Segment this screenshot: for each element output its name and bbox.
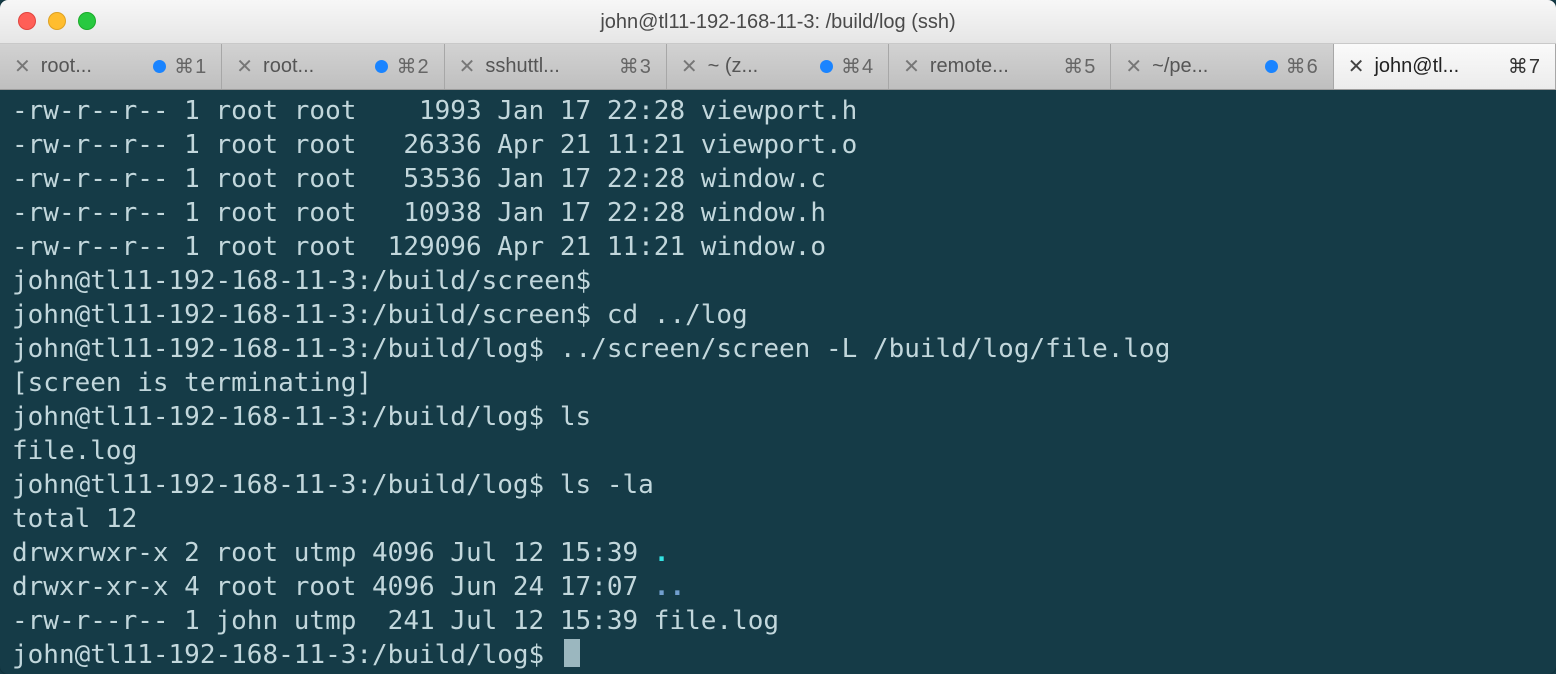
tab-label: john@tl...	[1374, 55, 1459, 78]
terminal-line: -rw-r--r-- 1 john utmp 241 Jul 12 15:39 …	[12, 604, 1544, 638]
terminal-line: [screen is terminating]	[12, 366, 1544, 400]
unsaved-indicator-icon	[820, 60, 833, 73]
cursor-icon	[564, 639, 580, 667]
terminal-line: john@tl11-192-168-11-3:/build/screen$ cd…	[12, 298, 1544, 332]
close-tab-icon[interactable]: ✕	[1125, 57, 1142, 77]
prompt-text: john@tl11-192-168-11-3:/build/log$	[12, 640, 560, 670]
terminal-line: -rw-r--r-- 1 root root 26336 Apr 21 11:2…	[12, 128, 1544, 162]
tab-bar: ✕ root... ⌘1 ✕ root... ⌘2 ✕ sshuttl... ⌘3 ✕ ~ (z..…	[0, 44, 1556, 90]
tab-5[interactable]: ✕ remote... ⌘5	[889, 44, 1111, 89]
tab-shortcut: ⌘3	[619, 54, 652, 79]
unsaved-indicator-icon	[375, 60, 388, 73]
tab-shortcut: ⌘5	[1063, 54, 1096, 79]
window-title: john@tl11-192-168-11-3: /build/log (ssh)	[0, 0, 1556, 44]
minimize-window-button[interactable]	[48, 12, 66, 30]
tab-label: ~ (z...	[708, 55, 759, 78]
terminal-line: file.log	[12, 434, 1544, 468]
tab-4[interactable]: ✕ ~ (z... ⌘4	[667, 44, 889, 89]
terminal-line: john@tl11-192-168-11-3:/build/log$ ls	[12, 400, 1544, 434]
terminal-line: drwxr-xr-x 4 root root 4096 Jun 24 17:07…	[12, 570, 1544, 604]
tab-label: root...	[41, 55, 92, 78]
listing-prefix: drwxr-xr-x 4 root root 4096 Jun 24 17:07	[12, 572, 654, 602]
terminal-line: john@tl11-192-168-11-3:/build/log$ ../sc…	[12, 332, 1544, 366]
close-tab-icon[interactable]: ✕	[1348, 57, 1365, 77]
tab-shortcut: ⌘4	[841, 54, 874, 79]
maximize-window-button[interactable]	[78, 12, 96, 30]
terminal-line: -rw-r--r-- 1 root root 53536 Jan 17 22:2…	[12, 162, 1544, 196]
close-tab-icon[interactable]: ✕	[681, 57, 698, 77]
tab-1[interactable]: ✕ root... ⌘1	[0, 44, 222, 89]
directory-name: ..	[654, 572, 685, 602]
terminal-prompt-line: john@tl11-192-168-11-3:/build/log$	[12, 638, 1544, 672]
tab-3[interactable]: ✕ sshuttl... ⌘3	[445, 44, 667, 89]
tab-label: sshuttl...	[485, 55, 559, 78]
terminal-line: -rw-r--r-- 1 root root 129096 Apr 21 11:…	[12, 230, 1544, 264]
unsaved-indicator-icon	[153, 60, 166, 73]
titlebar: john@tl11-192-168-11-3: /build/log (ssh)	[0, 0, 1556, 44]
terminal-viewport[interactable]: -rw-r--r-- 1 root root 1993 Jan 17 22:28…	[0, 90, 1556, 674]
terminal-line: -rw-r--r-- 1 root root 10938 Jan 17 22:2…	[12, 196, 1544, 230]
directory-name: .	[654, 538, 670, 568]
terminal-line: total 12	[12, 502, 1544, 536]
terminal-line: -rw-r--r-- 1 root root 1993 Jan 17 22:28…	[12, 94, 1544, 128]
traffic-lights	[18, 12, 96, 30]
terminal-line: drwxrwxr-x 2 root utmp 4096 Jul 12 15:39…	[12, 536, 1544, 570]
tab-2[interactable]: ✕ root... ⌘2	[222, 44, 444, 89]
unsaved-indicator-icon	[1265, 60, 1278, 73]
tab-label: remote...	[930, 55, 1009, 78]
tab-shortcut: ⌘7	[1508, 54, 1541, 79]
close-tab-icon[interactable]: ✕	[14, 57, 31, 77]
terminal-window: john@tl11-192-168-11-3: /build/log (ssh)…	[0, 0, 1556, 674]
terminal-line: john@tl11-192-168-11-3:/build/log$ ls -l…	[12, 468, 1544, 502]
terminal-line: john@tl11-192-168-11-3:/build/screen$	[12, 264, 1544, 298]
close-tab-icon[interactable]: ✕	[903, 57, 920, 77]
tab-shortcut: ⌘1	[174, 54, 207, 79]
tab-shortcut: ⌘6	[1286, 54, 1319, 79]
close-window-button[interactable]	[18, 12, 36, 30]
tab-shortcut: ⌘2	[396, 54, 429, 79]
listing-prefix: drwxrwxr-x 2 root utmp 4096 Jul 12 15:39	[12, 538, 654, 568]
close-tab-icon[interactable]: ✕	[236, 57, 253, 77]
tab-6[interactable]: ✕ ~/pe... ⌘6	[1111, 44, 1333, 89]
tab-label: root...	[263, 55, 314, 78]
tab-label: ~/pe...	[1152, 55, 1208, 78]
close-tab-icon[interactable]: ✕	[459, 57, 476, 77]
tab-7[interactable]: ✕ john@tl... ⌘7	[1334, 44, 1556, 89]
